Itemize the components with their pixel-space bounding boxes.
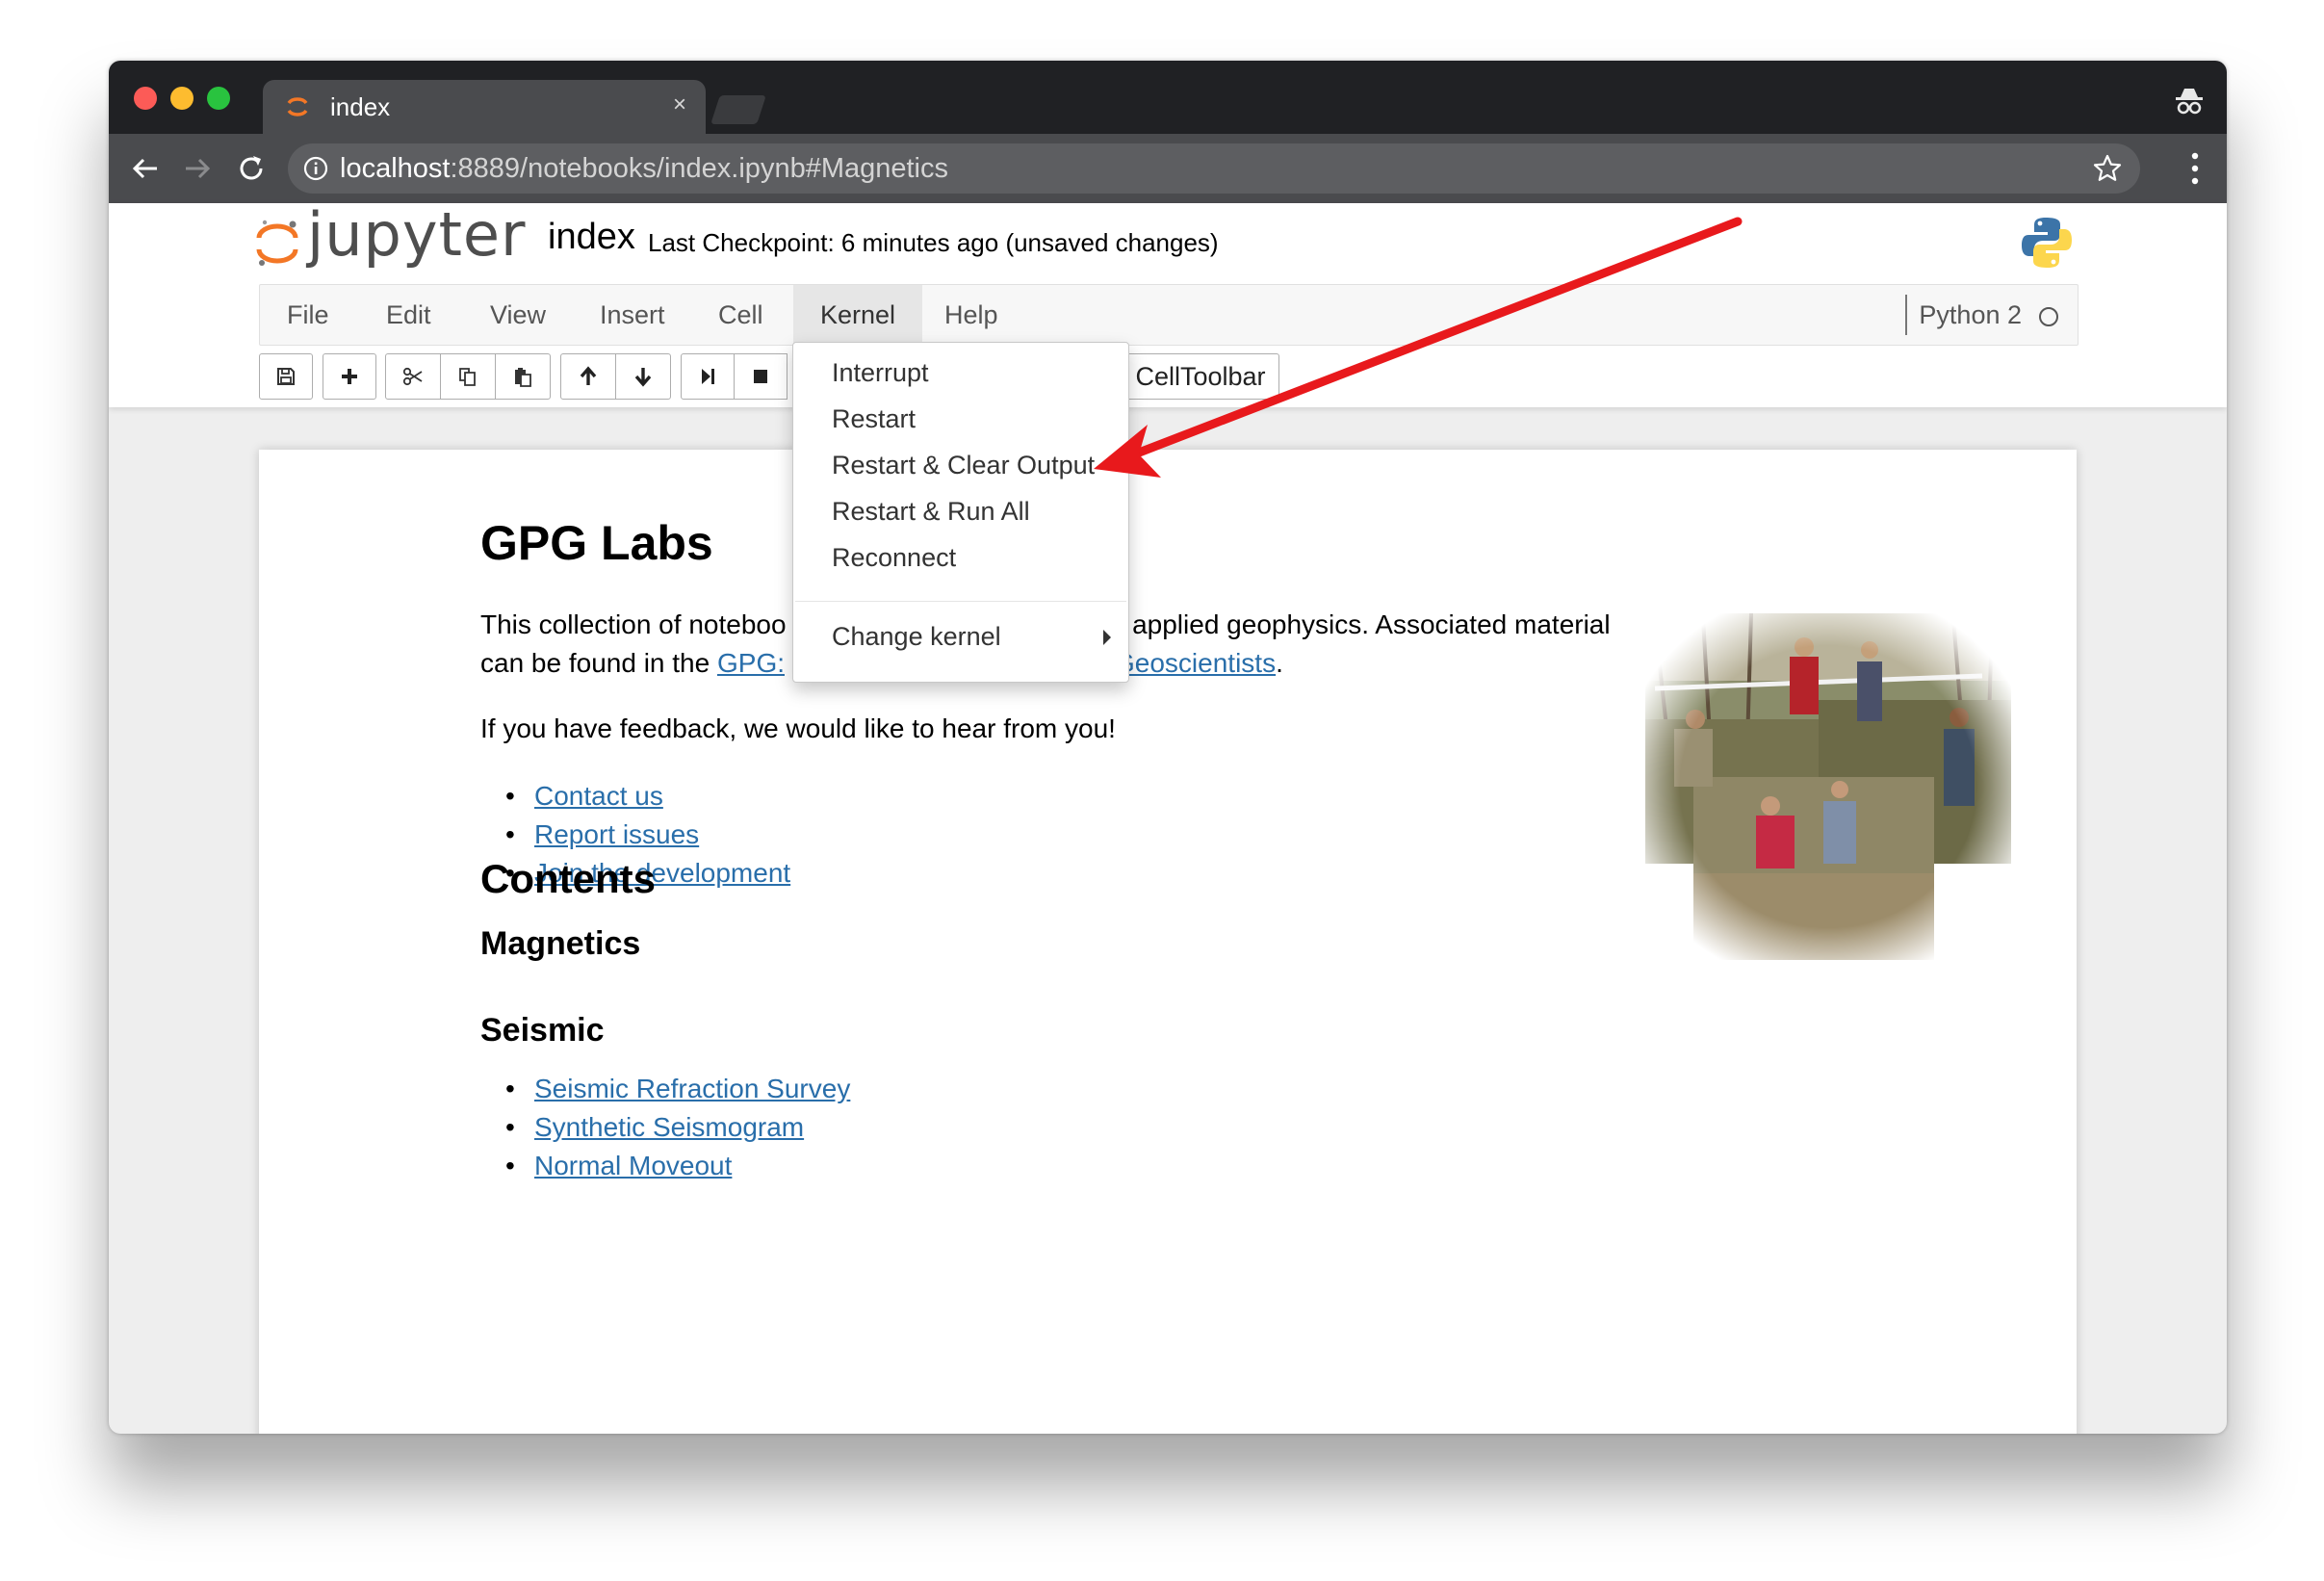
incognito-icon <box>2176 89 2203 115</box>
menu-edit[interactable]: Edit <box>359 285 458 345</box>
maximize-window-button[interactable] <box>207 87 230 110</box>
python-logo-icon <box>2022 218 2072 268</box>
menu-file[interactable]: File <box>260 285 356 345</box>
cut-button[interactable] <box>385 353 441 400</box>
arrow-down-icon <box>634 368 652 387</box>
jupyter-logo-icon <box>256 220 298 266</box>
checkpoint-status: Last Checkpoint: 6 minutes ago (unsaved … <box>648 228 1219 257</box>
paste-button[interactable] <box>495 353 551 400</box>
menu-item-restart[interactable]: Restart <box>832 404 916 434</box>
reload-icon[interactable] <box>232 149 271 188</box>
menu-bar: File Edit View Insert Cell Kernel Help P… <box>259 284 2079 346</box>
kebab-menu-icon[interactable] <box>2190 151 2200 186</box>
menu-item-change-kernel[interactable]: Change kernel <box>832 622 1001 652</box>
menu-divider <box>795 601 1126 602</box>
menu-help[interactable]: Help <box>917 285 1025 345</box>
tab-strip: index × <box>109 61 2227 134</box>
jupyter-logo[interactable]: jupyter <box>255 199 526 274</box>
info-icon[interactable] <box>303 156 328 181</box>
run-step-icon <box>702 369 714 384</box>
seismic-links: Seismic Refraction Survey Synthetic Seis… <box>480 1070 850 1185</box>
star-icon[interactable] <box>2092 153 2123 184</box>
cut-icon <box>402 367 423 386</box>
back-arrow-icon[interactable] <box>126 149 165 188</box>
save-icon <box>277 368 295 385</box>
browser-tab[interactable]: index × <box>263 80 706 134</box>
notebook-container: GPG Labs This collection of noteboo f app… <box>259 450 2077 1434</box>
stop-icon <box>754 370 767 383</box>
move-up-button[interactable] <box>560 353 616 400</box>
paste-icon <box>515 368 531 387</box>
synthetic-seismogram-link[interactable]: Synthetic Seismogram <box>534 1112 804 1142</box>
notebook-name[interactable]: index <box>548 217 635 258</box>
jupyter-favicon-icon <box>287 97 308 117</box>
magnetics-heading: Magnetics <box>480 925 641 962</box>
list-item: Normal Moveout <box>480 1147 850 1185</box>
interrupt-button[interactable] <box>734 353 788 400</box>
arrow-up-icon <box>580 366 597 385</box>
move-down-button[interactable] <box>615 353 671 400</box>
gpg-link-end[interactable]: Geoscientists <box>1114 648 1276 678</box>
menu-item-restart-run-all[interactable]: Restart & Run All <box>832 497 1030 527</box>
celltoolbar-button[interactable]: CellToolbar <box>1122 353 1279 400</box>
kernel-name: Python 2 <box>1919 300 2022 329</box>
copy-icon <box>459 368 476 386</box>
feedback-text: If you have feedback, we would like to h… <box>480 713 1116 743</box>
list-item: Seismic Refraction Survey <box>480 1070 850 1108</box>
new-tab-button[interactable] <box>710 95 766 124</box>
address-toolbar: localhost:8889/notebooks/index.ipynb#Mag… <box>109 134 2227 203</box>
copy-button[interactable] <box>440 353 496 400</box>
contact-us-link[interactable]: Contact us <box>534 781 663 811</box>
plus-icon <box>342 369 357 384</box>
list-item: Synthetic Seismogram <box>480 1108 850 1147</box>
url-bar[interactable]: localhost:8889/notebooks/index.ipynb#Mag… <box>288 143 2140 194</box>
jupyter-header: jupyter index Last Checkpoint: 6 minutes… <box>109 199 2227 407</box>
menu-view[interactable]: View <box>463 285 573 345</box>
menu-cell[interactable]: Cell <box>691 285 790 345</box>
normal-moveout-link[interactable]: Normal Moveout <box>534 1151 732 1180</box>
report-issues-link[interactable]: Report issues <box>534 819 699 849</box>
submenu-caret-icon <box>1103 630 1111 645</box>
page-title: GPG Labs <box>480 516 713 570</box>
menu-kernel[interactable]: Kernel <box>793 285 923 345</box>
field-photo-collage <box>1636 604 2021 970</box>
menu-item-restart-clear-output[interactable]: Restart & Clear Output <box>832 451 1095 480</box>
url-text: localhost:8889/notebooks/index.ipynb#Mag… <box>340 153 948 184</box>
menu-item-reconnect[interactable]: Reconnect <box>832 543 956 573</box>
seismic-refraction-link[interactable]: Seismic Refraction Survey <box>534 1074 850 1103</box>
tab-title: index <box>330 92 391 121</box>
menu-item-interrupt[interactable]: Interrupt <box>832 358 929 388</box>
close-window-button[interactable] <box>134 87 157 110</box>
kernel-idle-icon <box>2039 306 2058 326</box>
minimize-window-button[interactable] <box>170 87 194 110</box>
gpg-link[interactable]: GPG: <box>717 648 785 678</box>
kernel-indicator: Python 2 <box>1905 295 2058 335</box>
kernel-dropdown-menu: Interrupt Restart Restart & Clear Output… <box>792 342 1129 683</box>
notebook-toolbar: CellToolbar <box>259 353 2077 402</box>
insert-cell-button[interactable] <box>323 353 376 400</box>
browser-window: index × localhost:8889/notebooks/index.i… <box>109 61 2227 1434</box>
forward-arrow-icon[interactable] <box>178 149 217 188</box>
menu-insert[interactable]: Insert <box>573 285 692 345</box>
seismic-heading: Seismic <box>480 1012 605 1049</box>
list-item: Report issues <box>480 816 790 854</box>
tab-close-icon[interactable]: × <box>673 91 686 118</box>
list-item: Contact us <box>480 777 790 816</box>
run-button[interactable] <box>681 353 735 400</box>
contents-heading: Contents <box>480 856 656 901</box>
jupyter-wordmark: jupyter <box>307 199 527 270</box>
save-button[interactable] <box>259 353 313 400</box>
